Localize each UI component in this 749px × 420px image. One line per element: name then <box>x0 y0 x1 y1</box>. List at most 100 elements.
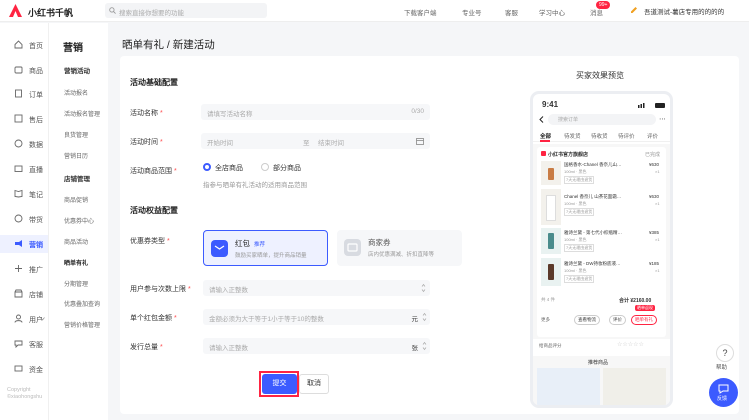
redpacket-icon <box>211 240 228 257</box>
sidebar-item-service[interactable]: 客服 <box>0 335 48 353</box>
section-benefit: 活动权益配置 <box>130 206 178 215</box>
amount-input[interactable]: 金额必须为大于等于1小于等于10的整数 元 <box>203 309 430 325</box>
redpacket-name: 红包 <box>235 239 250 248</box>
nav-learning[interactable]: 学习中心 <box>539 7 565 17</box>
app-name: 小红书千帆 <box>28 8 74 18</box>
stepper-icon[interactable] <box>422 312 427 322</box>
range-separator: 至 <box>303 140 310 147</box>
search-input[interactable]: 搜索直接你想要的功能 <box>105 3 267 18</box>
submenu-item-active[interactable]: 晒单有礼 <box>64 258 88 267</box>
nav-download[interactable]: 下载客户端 <box>404 7 437 17</box>
stepper-icon[interactable] <box>421 283 426 293</box>
submenu-item[interactable]: 分期管理 <box>64 279 88 288</box>
sidebar-item-ads[interactable]: 推广 <box>0 260 48 278</box>
aftersale-icon <box>14 114 23 123</box>
nav-pro-account[interactable]: 专业号 <box>462 7 482 17</box>
submenu-item[interactable]: 商品促销 <box>64 195 88 204</box>
cancel-button[interactable]: 取消 <box>299 374 329 394</box>
preview-title: 买家效果预览 <box>576 71 624 80</box>
user-name[interactable]: 吾道测试-薯店专用的的的的 <box>644 6 724 16</box>
sidebar-item-user[interactable]: 用户 <box>0 310 48 328</box>
sidebar-item-label: 订单 <box>29 92 43 99</box>
recommend-title: 推荐商品 <box>588 360 609 366</box>
radio-part-goods[interactable] <box>261 163 269 171</box>
sidebar-item-live[interactable]: 直播 <box>0 160 48 178</box>
sidebar-item-finance[interactable]: 资金 <box>0 360 48 378</box>
promo-icon <box>14 214 23 223</box>
submenu: 营销 营销活动 活动报名 活动报名管理 良货管理 营销日历 店铺管理 商品促销 … <box>48 23 108 420</box>
submenu-group-store[interactable]: 店铺管理 <box>64 173 90 183</box>
live-icon <box>14 165 23 172</box>
amount-label-text: 单个红包金额 <box>130 315 172 322</box>
order-card: 小红书官方旗舰店 已完成 国格香水-Chanel 香奈儿山… ¥630 100m… <box>537 147 666 337</box>
sidebar-item-label: 客服 <box>29 342 43 349</box>
submenu-item[interactable]: 活动报名 <box>64 88 88 97</box>
total-input[interactable]: 请输入正整数 张 <box>203 338 430 354</box>
sidebar-item-order[interactable]: 订单 <box>0 85 48 103</box>
sidebar-item-label: 推广 <box>29 267 43 274</box>
product-name: Chanel 香奈儿 山茶花面霜… <box>564 194 622 199</box>
product-tag: 7天无理由退货 <box>564 275 595 283</box>
limit-input[interactable]: 请输入正整数 <box>203 280 430 296</box>
activity-name-input[interactable]: 请填写活动名称 0/30 <box>201 104 430 120</box>
radio-part-goods-label: 部分商品 <box>273 165 301 172</box>
product-image <box>541 189 561 225</box>
redpacket-desc: 鼓励买家晒单，提升商品销量 <box>235 253 307 259</box>
sidebar-item-data[interactable]: 数据 <box>0 135 48 153</box>
edit-icon[interactable] <box>630 6 638 14</box>
sidebar-item-goods[interactable]: 商品 <box>0 61 48 79</box>
product-qty: ×1 <box>655 169 660 174</box>
submenu-item[interactable]: 活动报名管理 <box>64 109 100 118</box>
sidebar: 首页 商品 订单 售后 数据 直播 笔记 带货 营销 推广 店铺 用户 客服 资… <box>0 23 48 420</box>
feedback-button[interactable]: 反馈 <box>709 378 738 407</box>
sidebar-item-aftersale[interactable]: 售后 <box>0 110 48 128</box>
recommend-image <box>537 368 600 405</box>
sidebar-item-store[interactable]: 店铺 <box>0 285 48 303</box>
name-char-count: 0/30 <box>411 108 424 115</box>
coupon-type-store[interactable]: 商家券 店内优惠满减、折扣直降等 <box>337 230 462 266</box>
store-icon <box>14 289 23 298</box>
total-price: 合计 ¥2160.00 <box>619 298 652 304</box>
stepper-icon[interactable] <box>422 341 427 351</box>
sidebar-item-label: 营销 <box>29 242 43 249</box>
phone-search: 搜索订单 <box>548 114 656 125</box>
copyright: Copyright ©xiaohongshu <box>7 387 42 401</box>
radio-all-goods[interactable] <box>203 163 211 171</box>
user-icon <box>14 314 23 323</box>
help-label: 帮助 <box>716 365 728 371</box>
sidebar-item-note[interactable]: 笔记 <box>0 185 48 203</box>
submenu-item[interactable]: 营销价格管理 <box>64 320 100 329</box>
submenu-item[interactable]: 营销日历 <box>64 151 88 160</box>
submenu-item[interactable]: 优惠券中心 <box>64 216 94 225</box>
note-icon <box>14 189 23 198</box>
submenu-item[interactable]: 良货管理 <box>64 130 88 139</box>
product-spec: 100ml · 黑色 <box>564 201 587 206</box>
nav-service[interactable]: 客服 <box>505 7 518 17</box>
sidebar-item-label: 直播 <box>29 167 43 174</box>
sidebar-item-marketing[interactable]: 营销 <box>0 235 48 253</box>
submenu-item[interactable]: 商品活动 <box>64 237 88 246</box>
brand-logo-icon <box>9 4 22 17</box>
activity-time-picker[interactable]: 开始时间 至 结束时间 <box>201 133 430 149</box>
sidebar-item-label: 售后 <box>29 117 43 124</box>
status-bar-icon <box>638 103 665 108</box>
product-name: 雅诗兰黛 - DW持妆粉底液… <box>564 261 621 266</box>
phone-tab: 全部 <box>540 134 552 140</box>
sidebar-item-home[interactable]: 首页 <box>0 36 48 54</box>
red-tag: 晒单返现 <box>635 305 655 311</box>
help-button[interactable]: ? <box>716 344 734 362</box>
phone-tab: 待收货 <box>591 134 608 140</box>
range-hint: 指参与晒单有礼活动的适用商品范围 <box>203 182 307 189</box>
sidebar-item-promo[interactable]: 带货 <box>0 210 48 228</box>
product-spec: 100ml · 黑色 <box>564 268 587 273</box>
coupon-type-redpacket[interactable]: 红包 推荐 鼓励买家晒单，提升商品销量 <box>203 230 328 266</box>
data-icon <box>14 139 23 148</box>
total-placeholder: 请输入正整数 <box>209 345 248 352</box>
submit-button[interactable]: 提交 <box>262 374 297 394</box>
product-tag: 7天无理由退货 <box>564 208 595 216</box>
submenu-group-activity[interactable]: 营销活动 <box>64 65 90 75</box>
sidebar-item-label: 数据 <box>29 142 43 149</box>
submenu-item[interactable]: 优惠叠加查询 <box>64 299 100 308</box>
sidebar-item-label: 商品 <box>29 68 43 75</box>
btn-logistics: 查看物流 <box>574 315 600 325</box>
